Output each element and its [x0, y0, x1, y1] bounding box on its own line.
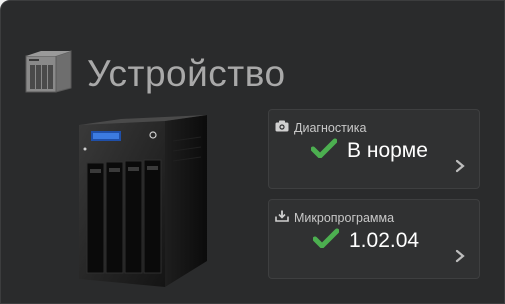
download-icon — [275, 210, 294, 225]
chevron-right-icon[interactable] — [455, 159, 465, 178]
firmware-header: Микропрограмма — [275, 210, 394, 225]
device-icon — [25, 49, 87, 99]
diagnostics-header: Диагностика — [275, 120, 366, 135]
diagnostics-status: В норме — [310, 138, 428, 164]
firmware-version: 1.02.04 — [349, 229, 420, 252]
diagnostics-status-text: В норме — [347, 139, 428, 162]
firmware-card[interactable]: Микропрограмма 1.02.04 — [268, 199, 480, 279]
device-panel: Устройство Диагностика В норме Микропрог… — [0, 0, 505, 304]
diagnostics-label: Диагностика — [294, 120, 367, 135]
checkmark-icon — [312, 228, 349, 254]
checkmark-icon — [310, 138, 347, 164]
chevron-right-icon[interactable] — [455, 249, 465, 268]
firmware-label: Микропрограмма — [294, 210, 395, 225]
section-header: Устройство — [25, 49, 286, 99]
firmware-status: 1.02.04 — [312, 228, 420, 254]
camera-icon — [275, 120, 294, 135]
section-title: Устройство — [87, 53, 286, 94]
diagnostics-card[interactable]: Диагностика В норме — [268, 109, 480, 189]
